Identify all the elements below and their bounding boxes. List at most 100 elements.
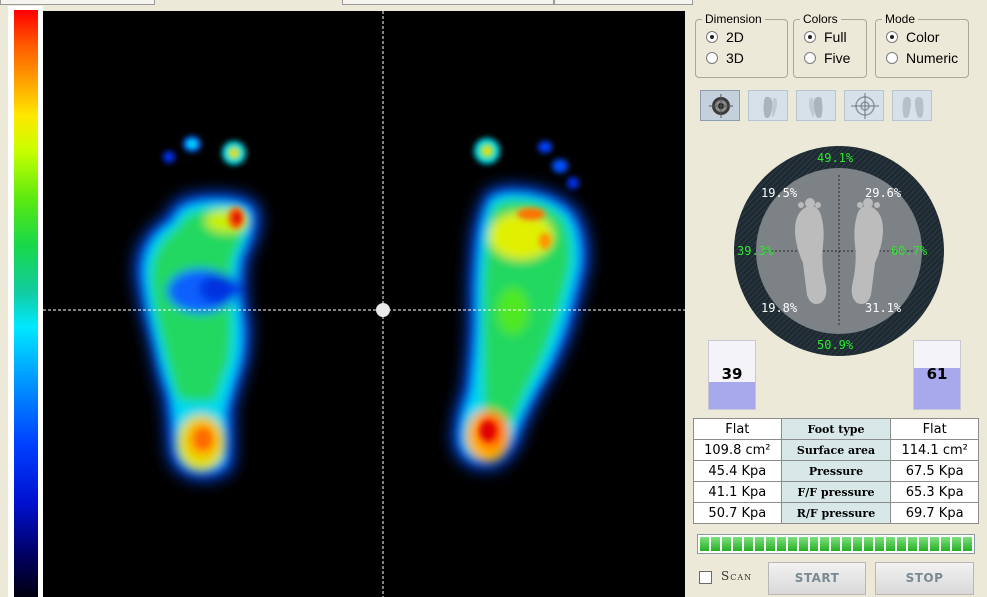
progress-segment	[754, 537, 764, 551]
stats-table: Flat Foot type Flat 109.8 cm² Surface area 11…	[693, 418, 979, 524]
progress-segment	[798, 537, 808, 551]
stat-left-value: 45.4 Kpa	[693, 460, 782, 482]
radio-button[interactable]	[886, 51, 898, 64]
radio-five[interactable]: Five	[794, 47, 866, 68]
balance-right: 60.7%	[891, 244, 928, 258]
progress-segment	[886, 537, 896, 551]
radio-button[interactable]	[706, 30, 718, 43]
stats-row: 45.4 Kpa Pressure 67.5 Kpa	[693, 460, 979, 482]
progress-segment	[875, 537, 885, 551]
progress-segment	[732, 537, 742, 551]
radio-2d[interactable]: 2D	[696, 26, 787, 47]
radio-3d[interactable]: 3D	[696, 47, 787, 68]
progress-segment	[809, 537, 819, 551]
radio-label: 2D	[726, 28, 744, 45]
progress-segment	[787, 537, 797, 551]
dimension-legend: Dimension	[705, 12, 762, 26]
pressure-color-scale	[8, 6, 43, 597]
progress-segment	[897, 537, 907, 551]
radio-button[interactable]	[804, 51, 816, 64]
tab-strip	[0, 0, 693, 6]
balance-right-rear: 31.1%	[865, 301, 902, 315]
radio-button[interactable]	[804, 30, 816, 43]
radio-label: Color	[906, 28, 940, 45]
radio-full[interactable]: Full	[794, 26, 866, 47]
mode-group: Mode Color Numeric	[875, 12, 969, 78]
stat-left-value: 50.7 Kpa	[693, 502, 782, 524]
balance-left-rear: 19.8%	[761, 301, 798, 315]
radio-label: Numeric	[906, 49, 959, 66]
progress-segment	[864, 537, 874, 551]
radio-label: 3D	[726, 49, 744, 66]
progress-segment	[930, 537, 939, 551]
gauge-value: 39	[721, 365, 743, 383]
progress-segment	[743, 537, 753, 551]
radio-button[interactable]	[886, 30, 898, 43]
right-load-gauge: 61	[913, 340, 961, 410]
left-load-gauge: 39	[708, 340, 756, 410]
balance-front: 49.1%	[817, 151, 854, 165]
progress-segment	[820, 537, 830, 551]
stat-left-value: Flat	[693, 418, 782, 440]
radio-label: Five	[824, 49, 851, 66]
stat-label: R/F pressure	[780, 502, 892, 524]
stat-left-value: 41.1 Kpa	[693, 481, 782, 503]
stats-row: 50.7 Kpa R/F pressure 69.7 Kpa	[693, 502, 979, 524]
stats-row: 41.1 Kpa F/F pressure 65.3 Kpa	[693, 481, 979, 503]
stat-right-value: 67.5 Kpa	[890, 460, 979, 482]
colors-legend: Colors	[803, 12, 838, 26]
stat-label: Surface area	[780, 439, 892, 461]
stats-row: 109.8 cm² Surface area 114.1 cm²	[693, 439, 979, 461]
stat-label: Foot type	[780, 418, 892, 440]
radio-label: Full	[824, 28, 847, 45]
pressure-map-canvas[interactable]	[43, 11, 685, 597]
radio-button[interactable]	[706, 51, 718, 64]
radio-color[interactable]: Color	[876, 26, 968, 47]
target-foot-icon[interactable]	[700, 90, 740, 121]
tab-2[interactable]	[342, 0, 554, 5]
control-panel: Dimension 2D 3D Colors Full Five Mode Co…	[693, 0, 987, 597]
right-foot-icon[interactable]	[796, 90, 836, 121]
progress-segment	[853, 537, 863, 551]
gauge-value: 61	[926, 365, 948, 383]
stat-right-value: 69.7 Kpa	[890, 502, 979, 524]
crosshair-icon[interactable]	[844, 90, 884, 121]
progress-segment	[962, 537, 972, 551]
progress-segment	[831, 537, 841, 551]
stats-row: Flat Foot type Flat	[693, 418, 979, 440]
stat-label: Pressure	[780, 460, 892, 482]
progress-segment	[919, 537, 929, 551]
progress-segment	[721, 537, 731, 551]
progress-segment	[940, 537, 950, 551]
balance-left-front: 19.5%	[761, 186, 798, 200]
scan-checkbox[interactable]	[699, 571, 712, 584]
tab-1[interactable]	[0, 0, 155, 5]
stat-right-value: 65.3 Kpa	[890, 481, 979, 503]
stat-right-value: 114.1 cm²	[890, 439, 979, 461]
stat-label: F/F pressure	[780, 481, 892, 503]
stop-button[interactable]: STOP	[875, 562, 974, 595]
tab-3[interactable]	[554, 0, 693, 5]
dimension-group: Dimension 2D 3D	[695, 12, 788, 78]
right-foot-print	[453, 138, 589, 469]
radio-numeric[interactable]: Numeric	[876, 47, 968, 68]
stat-right-value: Flat	[890, 418, 979, 440]
crosshair-handle	[376, 303, 390, 317]
pressure-map-svg	[43, 11, 685, 597]
stat-left-value: 109.8 cm²	[693, 439, 782, 461]
progress-segment	[776, 537, 786, 551]
progress-segment	[700, 537, 709, 551]
colors-group: Colors Full Five	[793, 12, 867, 78]
progress-segment	[951, 537, 961, 551]
progress-segment	[842, 537, 852, 551]
balance-rear: 50.9%	[817, 338, 854, 352]
left-foot-icon[interactable]	[748, 90, 788, 121]
mode-legend: Mode	[885, 12, 916, 26]
start-button[interactable]: START	[768, 562, 866, 595]
gauge-fill	[709, 382, 755, 409]
color-gradient-bar	[14, 10, 38, 597]
both-feet-icon[interactable]	[892, 90, 932, 121]
progress-segment	[710, 537, 720, 551]
balance-right-front: 29.6%	[865, 186, 902, 200]
progress-segment	[908, 537, 918, 551]
